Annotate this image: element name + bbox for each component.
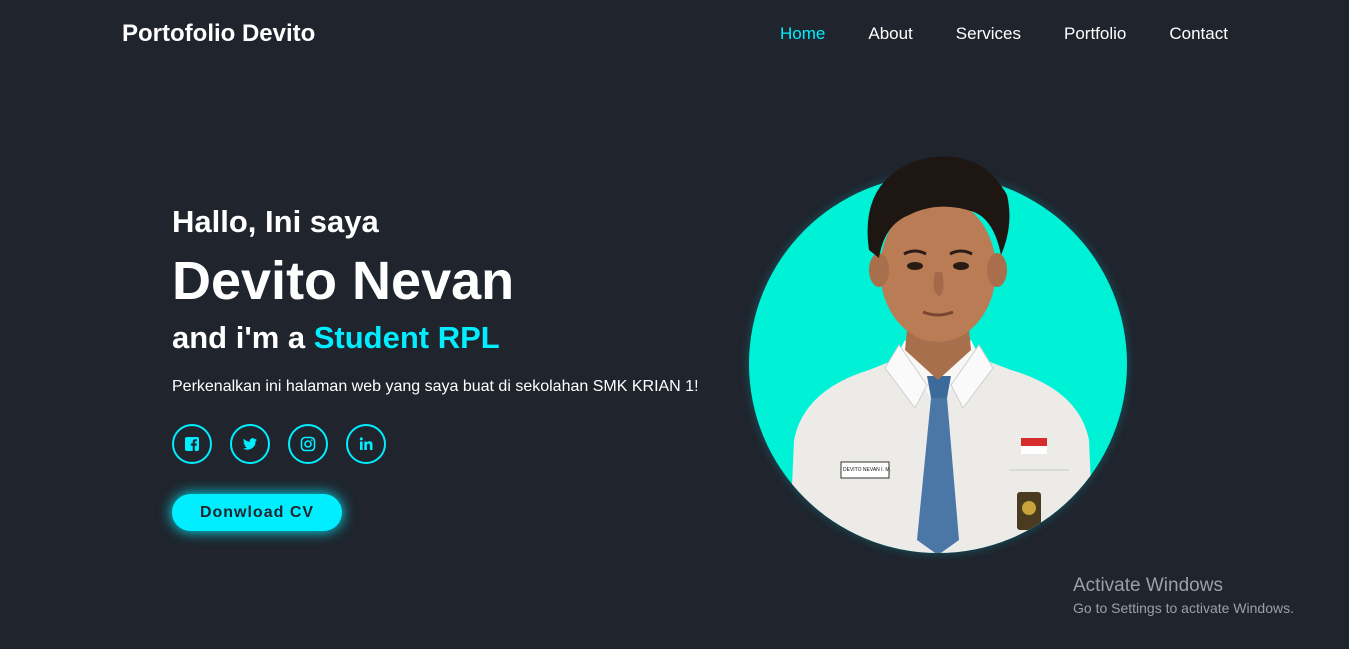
nav-portfolio[interactable]: Portfolio	[1064, 24, 1126, 44]
hero-description: Perkenalkan ini halaman web yang saya bu…	[172, 378, 699, 395]
nav-contact[interactable]: Contact	[1169, 24, 1228, 44]
watermark-title: Activate Windows	[1073, 575, 1223, 596]
name-tag-label: DEVITO NEVAN I. M.	[843, 467, 891, 473]
twitter-link[interactable]	[230, 424, 270, 464]
social-links	[172, 424, 699, 464]
linkedin-link[interactable]	[346, 424, 386, 464]
nav-about[interactable]: About	[868, 24, 912, 44]
hero-name: Devito Nevan	[172, 251, 515, 311]
twitter-icon	[243, 438, 257, 450]
instagram-link[interactable]	[288, 424, 328, 464]
profile-photo: DEVITO NEVAN I. M.	[749, 140, 1129, 555]
hero-content: Hallo, Ini saya Devito Nevan and i'm a S…	[172, 203, 699, 531]
nav-home[interactable]: Home	[780, 24, 825, 44]
watermark-subtitle: Go to Settings to activate Windows.	[1073, 600, 1294, 616]
hero-role: and i'm a Student RPL	[172, 319, 699, 357]
role-prefix: and i'm a	[172, 320, 314, 355]
instagram-icon	[300, 436, 316, 452]
download-cv-button[interactable]: Donwload CV	[172, 494, 342, 531]
site-header: Portofolio Devito Home About Services Po…	[0, 0, 1349, 70]
site-logo[interactable]: Portofolio Devito	[122, 20, 315, 48]
role-highlight: Student RPL	[313, 320, 500, 355]
nav-services[interactable]: Services	[956, 24, 1021, 44]
linkedin-icon	[359, 437, 373, 450]
hero-greeting: Hallo, Ini saya	[172, 204, 379, 239]
windows-activation-watermark: Activate Windows Go to Settings to activ…	[1073, 575, 1294, 618]
person-illustration	[789, 156, 1094, 553]
facebook-link[interactable]	[172, 424, 212, 464]
facebook-icon	[185, 437, 199, 451]
main-nav: Home About Services Portfolio Contact	[780, 24, 1271, 44]
